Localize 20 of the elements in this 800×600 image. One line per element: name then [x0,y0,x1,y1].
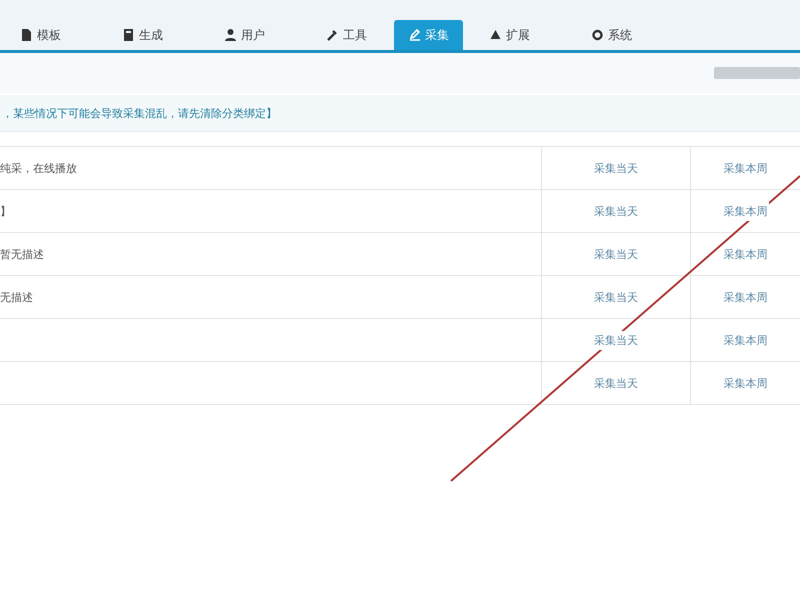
description-text: 暂无描述 [0,246,44,262]
nav-tab[interactable]: 采集 [394,20,463,50]
nav-tab[interactable]: 用户 [218,20,271,50]
nav-tab[interactable]: 系统 [585,20,638,50]
nav-tab[interactable]: 生成 [116,20,169,50]
description-text: 无描述 [0,290,33,304]
collect-week-link[interactable]: 采集本周 [722,202,768,220]
scroll-thumb[interactable] [714,67,800,79]
nav-tab[interactable]: 模板 [14,20,67,50]
triangle-icon [489,28,502,42]
description-text: 】 [0,204,11,218]
user-icon [224,28,237,42]
nav-tab[interactable]: 扩展 [483,20,536,50]
collect-today-link[interactable]: 采集当天 [593,330,639,350]
book-icon [122,28,135,42]
description-text: 纯采，在线播放 [0,160,77,176]
notice-text: ，某些情况下可能会导致采集混乱，请先清除分类绑定】 [2,106,277,120]
pencil-icon [408,28,421,42]
document-icon [20,28,33,42]
nav-tab[interactable]: 工具 [320,20,373,50]
